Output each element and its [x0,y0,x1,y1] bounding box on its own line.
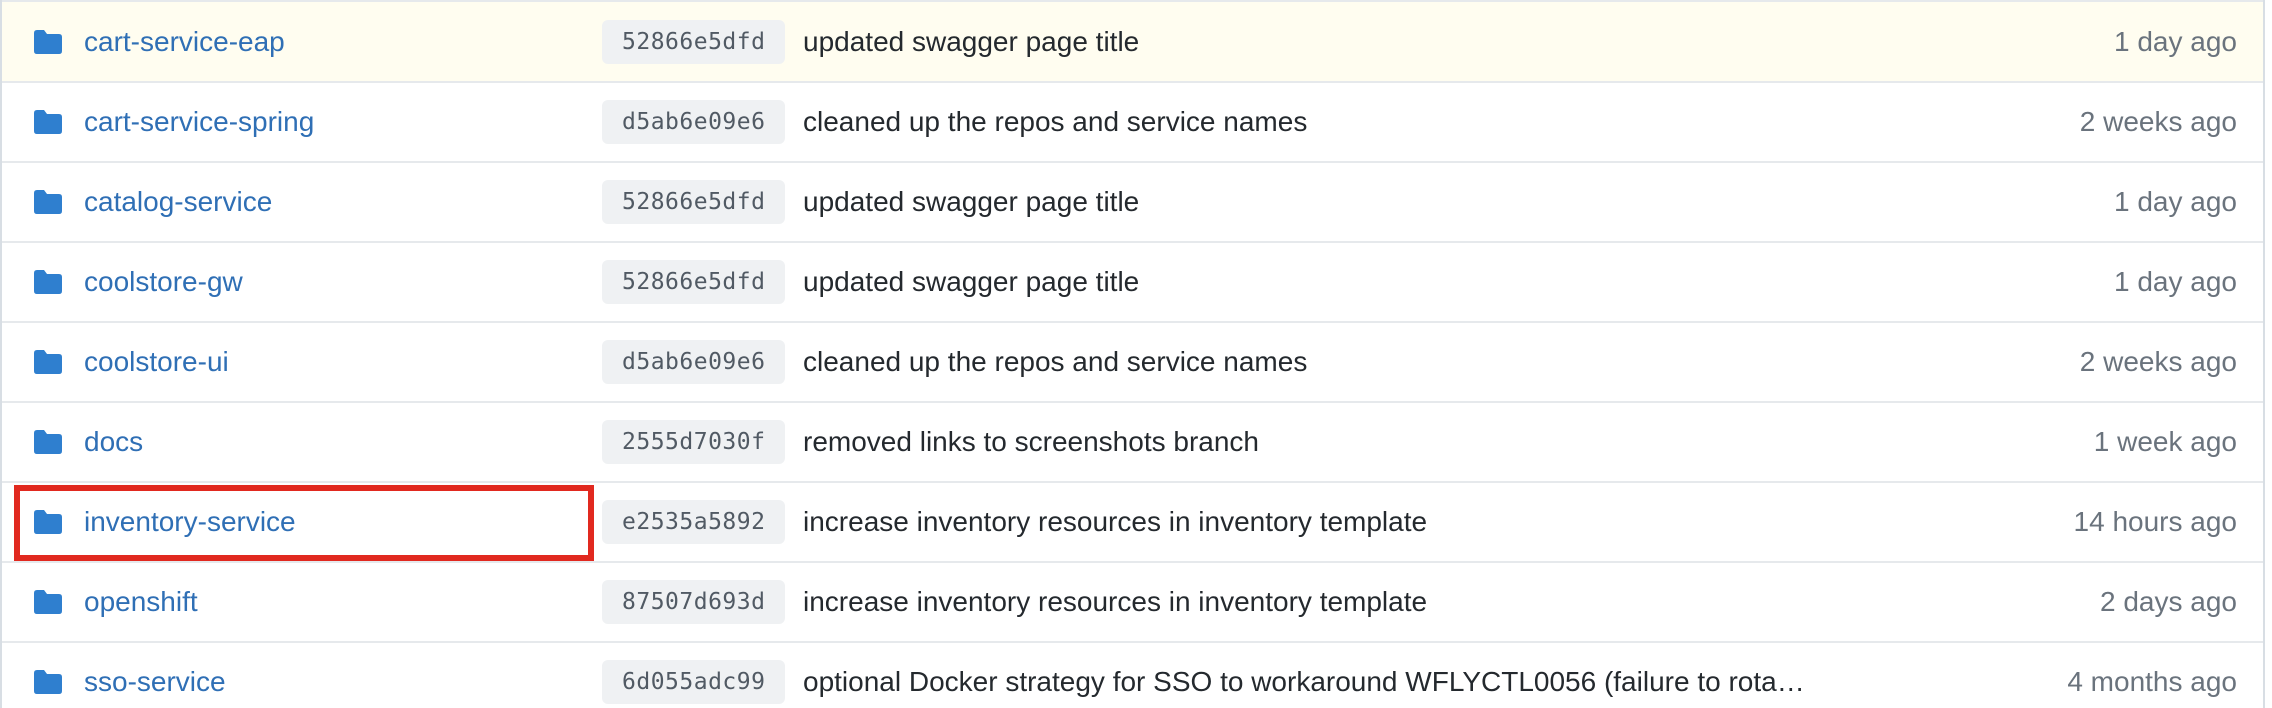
folder-link[interactable]: cart-service-spring [84,106,604,138]
commit-sha-link[interactable]: 2555d7030f [602,420,786,464]
commit-sha-link[interactable]: 87507d693d [602,580,786,624]
folder-icon [2,29,84,54]
folder-icon [2,190,84,214]
folder-icon [2,670,84,694]
commit-age: 2 weeks ago [2079,346,2237,377]
commit-sha-link[interactable]: 52866e5dfd [602,260,786,304]
commit-message-link[interactable]: removed links to screenshots branch [803,426,1817,458]
commit-age: 14 hours ago [2073,506,2237,537]
commit-message-link[interactable]: cleaned up the repos and service names [803,346,1817,378]
commit-message-link[interactable]: updated swagger page title [803,266,1817,298]
folder-icon [2,350,84,374]
folder-icon [2,510,84,534]
commit-message-link[interactable]: optional Docker strategy for SSO to work… [803,666,1817,698]
commit-sha-link[interactable]: 52866e5dfd [602,19,786,64]
commit-age: 1 day ago [2114,266,2237,297]
folder-link[interactable]: openshift [84,586,604,618]
folder-icon [2,270,84,294]
commit-age: 4 months ago [2067,666,2237,697]
commit-sha-link[interactable]: 6d055adc99 [602,660,786,704]
folder-link[interactable]: coolstore-ui [84,346,604,378]
folder-icon [2,590,84,614]
commit-sha-link[interactable]: d5ab6e09e6 [602,100,786,144]
commit-sha-link[interactable]: e2535a5892 [602,500,786,544]
commit-message-link[interactable]: increase inventory resources in inventor… [803,506,1817,538]
folder-icon [2,110,84,134]
table-row: coolstore-gw 52866e5dfd updated swagger … [2,243,2263,323]
folder-link[interactable]: catalog-service [84,186,604,218]
table-row: sso-service 6d055adc99 optional Docker s… [2,643,2263,708]
commit-sha-link[interactable]: 52866e5dfd [602,180,786,224]
folder-link[interactable]: docs [84,426,604,458]
commit-age: 1 day ago [2114,25,2237,57]
table-row: cart-service-eap 52866e5dfd updated swag… [2,0,2263,83]
commit-message-link[interactable]: updated swagger page title [803,26,1817,58]
table-row: cart-service-spring d5ab6e09e6 cleaned u… [2,83,2263,163]
folder-link[interactable]: coolstore-gw [84,266,604,298]
commit-age: 2 days ago [2100,586,2237,617]
table-row: inventory-service e2535a5892 increase in… [2,483,2263,563]
commit-age: 1 day ago [2114,186,2237,217]
folder-icon [2,430,84,454]
commit-age: 2 weeks ago [2079,106,2237,137]
commit-sha-link[interactable]: d5ab6e09e6 [602,340,786,384]
file-list-table: cart-service-eap 52866e5dfd updated swag… [0,0,2265,708]
commit-age: 1 week ago [2093,426,2237,457]
folder-link[interactable]: inventory-service [84,506,604,538]
commit-message-link[interactable]: increase inventory resources in inventor… [803,586,1817,618]
table-row: docs 2555d7030f removed links to screens… [2,403,2263,483]
commit-message-link[interactable]: cleaned up the repos and service names [803,106,1817,138]
table-row: openshift 87507d693d increase inventory … [2,563,2263,643]
commit-message-link[interactable]: updated swagger page title [803,186,1817,218]
table-row: catalog-service 52866e5dfd updated swagg… [2,163,2263,243]
table-row: coolstore-ui d5ab6e09e6 cleaned up the r… [2,323,2263,403]
folder-link[interactable]: cart-service-eap [84,26,604,58]
folder-link[interactable]: sso-service [84,666,604,698]
